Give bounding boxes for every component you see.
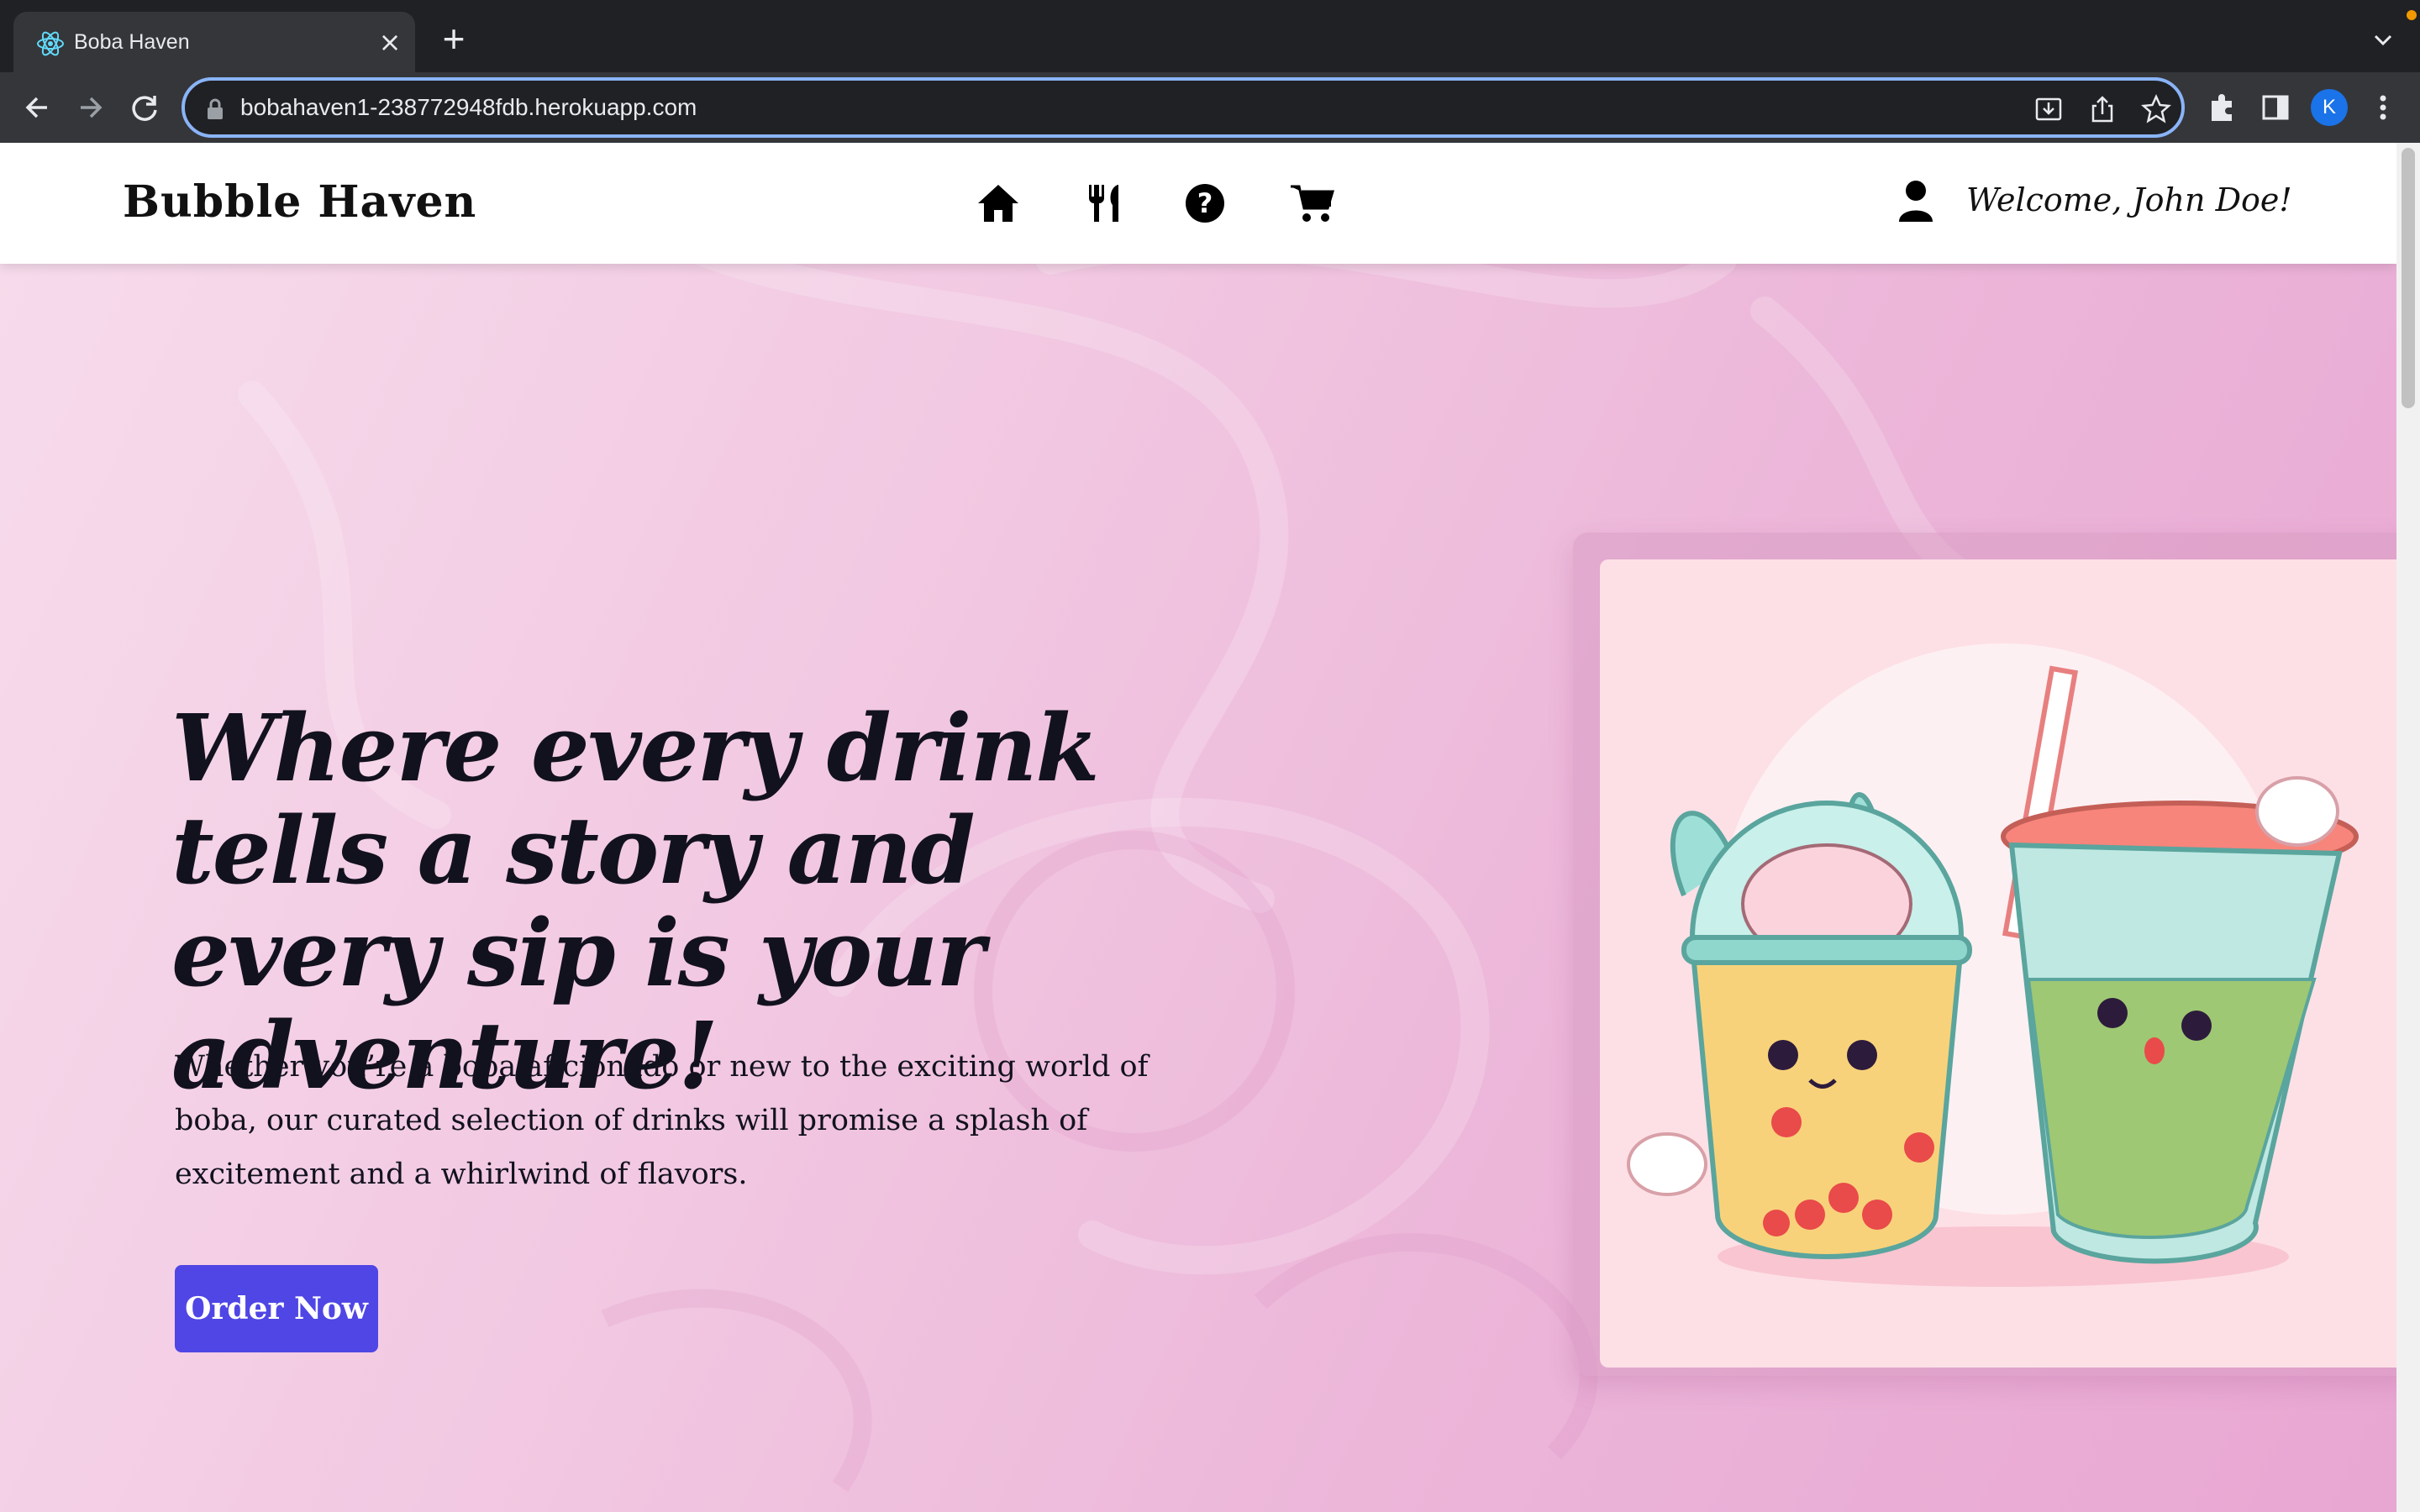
new-tab-button[interactable]: + [437, 19, 471, 58]
tab-strip: Boba Haven × + [0, 0, 2420, 72]
extensions-icon[interactable] [2203, 89, 2240, 126]
welcome-message: Welcome, John Doe! [1966, 181, 2292, 218]
order-now-button[interactable]: Order Now [175, 1265, 378, 1352]
user-icon[interactable] [1897, 180, 1934, 222]
help-icon[interactable]: ? [1181, 181, 1228, 225]
boba-illustration [1600, 559, 2396, 1368]
brand-logo[interactable]: Bubble Haven [123, 176, 476, 228]
home-icon[interactable] [975, 181, 1022, 225]
reload-icon[interactable] [124, 87, 165, 128]
close-tab-icon[interactable]: × [375, 27, 405, 57]
lock-icon [208, 98, 223, 119]
install-icon[interactable] [2032, 92, 2065, 126]
page-viewport: Bubble Haven ? Welcome, John Doe! Where … [0, 143, 2420, 1512]
profile-avatar[interactable]: K [2311, 89, 2348, 126]
star-icon[interactable] [2139, 92, 2173, 126]
browser-tab[interactable]: Boba Haven × [13, 12, 415, 72]
browser-toolbar: bobahaven1-238772948fdb.herokuapp.com K [0, 72, 2420, 143]
kebab-menu-icon[interactable] [2365, 89, 2402, 126]
forward-icon[interactable] [71, 87, 111, 128]
scrollbar-thumb[interactable] [2402, 148, 2415, 408]
url-text: bobahaven1-238772948fdb.herokuapp.com [240, 94, 697, 120]
tab-title: Boba Haven [74, 30, 190, 54]
address-bar[interactable]: bobahaven1-238772948fdb.herokuapp.com [182, 77, 2185, 138]
side-panel-icon[interactable] [2257, 89, 2294, 126]
svg-text:?: ? [1197, 187, 1213, 219]
share-icon[interactable] [2086, 92, 2119, 126]
utensils-icon[interactable] [1081, 181, 1128, 225]
back-icon[interactable] [17, 87, 57, 128]
hero-subtext: Whether you’re a boba aficionado or new … [175, 1050, 1149, 1191]
cart-icon[interactable] [1289, 181, 1336, 225]
react-icon [37, 31, 64, 56]
notification-dot [2407, 10, 2417, 20]
chevron-down-icon[interactable] [2368, 25, 2398, 55]
site-navbar: Bubble Haven ? Welcome, John Doe! [0, 143, 2396, 264]
